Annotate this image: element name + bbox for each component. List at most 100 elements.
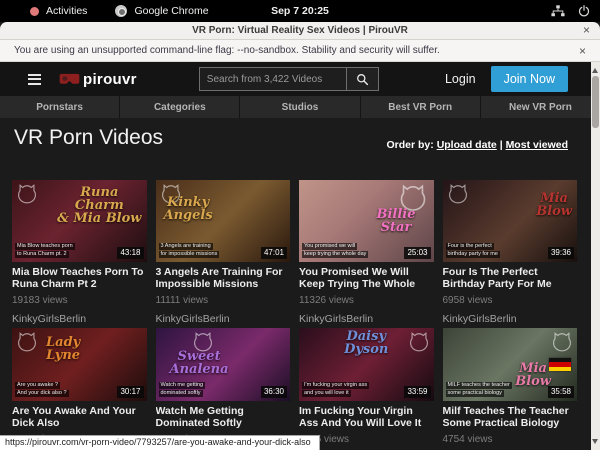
video-studio[interactable]: KinkyGirlsBerlin xyxy=(443,313,578,325)
thumb-captions: I'm fucking your virgin ass and you will… xyxy=(302,382,369,397)
thumb-captions: Mia Blow teaches porn to Runa Charm pt. … xyxy=(15,243,75,258)
login-link[interactable]: Login xyxy=(445,72,476,86)
video-thumbnail[interactable]: Mia Blow Four is the perfect birthday pa… xyxy=(443,180,578,262)
video-thumbnail[interactable]: Runa Charm & Mia Blow Mia Blow teaches p… xyxy=(12,180,147,262)
order-by-label: Order by: xyxy=(387,139,434,151)
performer-name-overlay: Daisy Dyson xyxy=(299,330,434,356)
thumb-caption-line: MILF teaches the teacher xyxy=(446,382,512,389)
scrollbar[interactable] xyxy=(591,62,600,450)
video-thumbnail[interactable]: Sweet Analena Watch me getting dominated… xyxy=(156,328,291,401)
network-icon[interactable] xyxy=(551,5,565,17)
video-card[interactable]: Mia Blow Four is the perfect birthday pa… xyxy=(443,180,578,325)
sort-controls: Order by: Upload date | Most viewed xyxy=(387,139,569,151)
video-thumbnail[interactable]: Mia Blow MILF teaches the teacher some p… xyxy=(443,328,578,401)
cat-mask-icon xyxy=(447,183,469,205)
warning-close-icon[interactable]: × xyxy=(579,44,586,58)
video-title[interactable]: Four Is The Perfect Birthday Party For M… xyxy=(443,266,578,290)
video-title[interactable]: Are You Awake And Your Dick Also xyxy=(12,405,147,429)
search-group xyxy=(199,67,379,91)
video-title[interactable]: Milf Teaches The Teacher Some Practical … xyxy=(443,405,578,429)
window-close-icon[interactable]: × xyxy=(583,23,590,37)
search-icon xyxy=(356,73,369,86)
duration-badge: 30:17 xyxy=(117,386,143,398)
video-views: 6958 views xyxy=(443,295,578,306)
video-thumbnail[interactable]: Daisy Dyson I'm fucking your virgin ass … xyxy=(299,328,434,401)
window-title-bar[interactable]: VR Porn: Virtual Reality Sex Videos | Pi… xyxy=(0,22,600,40)
power-icon[interactable] xyxy=(578,5,590,17)
thumb-caption-line: dominated softly xyxy=(159,390,203,397)
performer-name-overlay: Runa Charm & Mia Blow xyxy=(57,186,141,225)
search-button[interactable] xyxy=(346,68,378,90)
video-views: 4754 views xyxy=(443,434,578,445)
join-now-button[interactable]: Join Now xyxy=(491,66,568,92)
video-title[interactable]: Mia Blow Teaches Porn To Runa Charm Pt 2 xyxy=(12,266,147,290)
duration-badge: 43:18 xyxy=(117,247,143,259)
nav-item-pornstars[interactable]: Pornstars xyxy=(0,96,119,118)
thumb-caption-line: Mia Blow teaches porn xyxy=(15,243,75,250)
thumb-captions: MILF teaches the teacher some practical … xyxy=(446,382,512,397)
scrollbar-down-arrow-icon[interactable] xyxy=(592,439,598,447)
window-title: VR Porn: Virtual Reality Sex Videos | Pi… xyxy=(192,25,408,36)
warning-message: You are using an unsupported command-lin… xyxy=(14,45,440,56)
scrollbar-thumb[interactable] xyxy=(592,76,599,128)
video-thumbnail[interactable]: Billie Star You promised we will keep tr… xyxy=(299,180,434,262)
thumb-captions: 3 Angels are training for impossible mis… xyxy=(159,243,220,258)
sort-divider: | xyxy=(497,139,506,151)
video-views: 11326 views xyxy=(299,295,434,306)
video-card[interactable]: Billie Star You promised we will keep tr… xyxy=(299,180,434,325)
video-card[interactable]: Kinky Angels 3 Angels are training for i… xyxy=(156,180,291,325)
duration-badge: 39:36 xyxy=(548,247,574,259)
video-card[interactable]: Lady Lyne Are you awake ? And your dick … xyxy=(12,328,147,450)
cat-mask-icon xyxy=(16,183,38,205)
status-bar-url: https://pirouvr.com/vr-porn-video/779325… xyxy=(0,435,320,450)
site-logo[interactable]: pirouvr xyxy=(59,71,137,88)
video-card[interactable]: Sweet Analena Watch me getting dominated… xyxy=(156,328,291,450)
cat-mask-icon xyxy=(551,331,573,353)
nav-item-categories[interactable]: Categories xyxy=(119,96,239,118)
sort-most-viewed-link[interactable]: Most viewed xyxy=(506,139,568,151)
duration-badge: 36:30 xyxy=(261,386,287,398)
thumb-caption-line: keep trying the whole day xyxy=(302,251,368,258)
menu-hamburger-icon[interactable] xyxy=(28,74,41,85)
performer-name-overlay: Sweet Analena xyxy=(170,350,229,376)
clock[interactable]: Sep 7 20:25 xyxy=(0,5,600,17)
video-thumbnail[interactable]: Kinky Angels 3 Angels are training for i… xyxy=(156,180,291,262)
thumb-caption-line: I'm fucking your virgin ass xyxy=(302,382,369,389)
thumb-caption-line: You promised we will xyxy=(302,243,357,250)
performer-name-overlay: Billie Star xyxy=(376,208,415,234)
main-nav: Pornstars Categories Studios Best VR Por… xyxy=(0,96,600,118)
thumb-caption-line: Watch me getting xyxy=(159,382,206,389)
video-title[interactable]: You Promised We Will Keep Trying The Who… xyxy=(299,266,434,290)
thumb-caption-line: and you will love it xyxy=(302,390,351,397)
site-header: pirouvr Login Join Now xyxy=(0,62,600,96)
video-title[interactable]: 3 Angels Are Training For Impossible Mis… xyxy=(156,266,291,290)
sort-upload-date-link[interactable]: Upload date xyxy=(437,139,497,151)
video-views: 19183 views xyxy=(12,295,147,306)
video-title[interactable]: Im Fucking Your Virgin Ass And You Will … xyxy=(299,405,434,429)
nav-item-new-vr-porn[interactable]: New VR Porn xyxy=(480,96,600,118)
thumb-caption-line: Are you awake ? xyxy=(15,382,60,389)
video-studio[interactable]: KinkyGirlsBerlin xyxy=(299,313,434,325)
page-title: VR Porn Videos xyxy=(14,126,163,150)
chrome-warning-bar: You are using an unsupported command-lin… xyxy=(0,40,600,62)
video-studio[interactable]: KinkyGirlsBerlin xyxy=(12,313,147,325)
video-card[interactable]: Runa Charm & Mia Blow Mia Blow teaches p… xyxy=(12,180,147,325)
duration-badge: 33:59 xyxy=(404,386,430,398)
video-card[interactable]: Daisy Dyson I'm fucking your virgin ass … xyxy=(299,328,434,450)
nav-item-studios[interactable]: Studios xyxy=(239,96,359,118)
video-grid-row-1: Runa Charm & Mia Blow Mia Blow teaches p… xyxy=(12,180,577,325)
video-studio[interactable]: KinkyGirlsBerlin xyxy=(156,313,291,325)
thumb-captions: You promised we will keep trying the who… xyxy=(302,243,368,258)
video-thumbnail[interactable]: Lady Lyne Are you awake ? And your dick … xyxy=(12,328,147,401)
performer-name-overlay: Kinky Angels xyxy=(164,196,213,222)
cat-mask-icon xyxy=(16,331,38,353)
video-title[interactable]: Watch Me Getting Dominated Softly xyxy=(156,405,291,429)
duration-badge: 25:03 xyxy=(404,247,430,259)
nav-item-best-vr-porn[interactable]: Best VR Porn xyxy=(360,96,480,118)
search-input[interactable] xyxy=(200,68,346,90)
performer-name-overlay: Mia Blow xyxy=(515,362,551,388)
thumb-caption-line: Four is the perfect xyxy=(446,243,494,250)
video-card[interactable]: Mia Blow MILF teaches the teacher some p… xyxy=(443,328,578,450)
performer-name-overlay: Lady Lyne xyxy=(46,336,80,362)
scrollbar-up-arrow-icon[interactable] xyxy=(592,65,598,73)
